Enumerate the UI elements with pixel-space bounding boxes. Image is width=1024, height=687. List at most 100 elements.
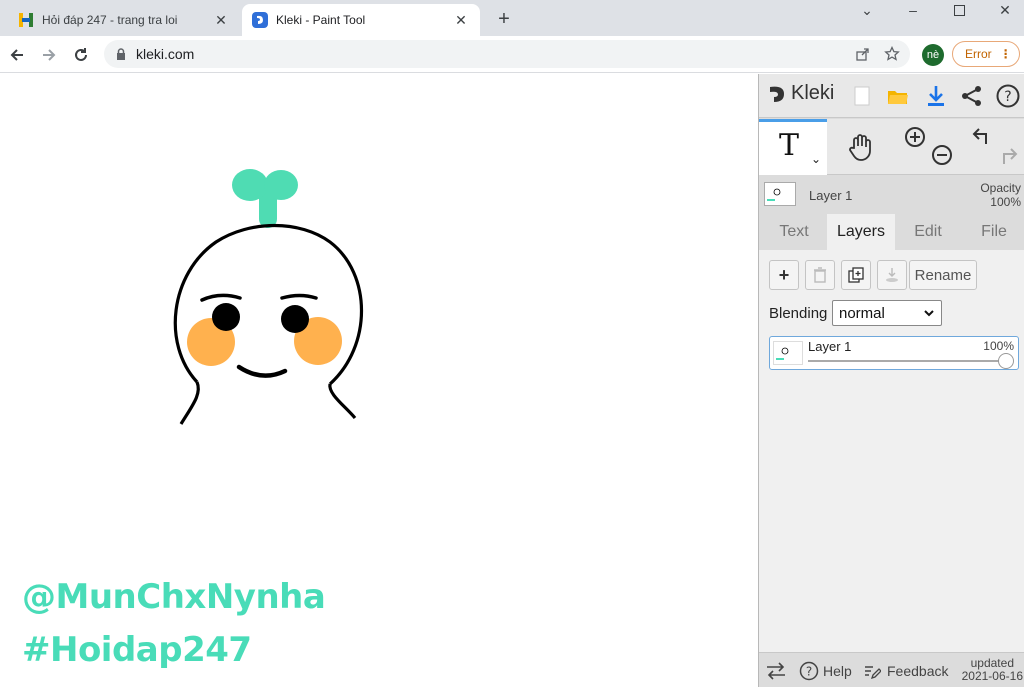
swap-arrows-icon	[767, 661, 785, 680]
save-image-button[interactable]	[921, 80, 951, 112]
url-text: kleki.com	[136, 46, 195, 62]
tab-search-chevron-icon[interactable]: ⌄	[844, 0, 890, 20]
layer-thumbnail	[764, 182, 796, 206]
trash-icon	[814, 267, 826, 283]
kleki-top-bar: Kleki ?	[759, 74, 1024, 118]
merge-layer-button[interactable]	[877, 260, 907, 290]
right-eye	[281, 305, 309, 333]
kleki-logo-icon	[770, 86, 784, 102]
tab-file[interactable]: File	[963, 214, 1024, 250]
maximize-icon	[953, 4, 965, 16]
zoom-in-out-icon[interactable]	[899, 119, 955, 175]
tab-hoidap247[interactable]: Hỏi đáp 247 - trang tra loi ✕	[8, 4, 240, 36]
feedback-edit-icon	[865, 665, 881, 679]
forward-arrow-icon	[43, 49, 56, 61]
plus-icon: +	[778, 264, 790, 285]
bookmark-star-icon[interactable]	[884, 46, 900, 62]
help-button[interactable]: ?	[993, 80, 1023, 112]
text-tool-button[interactable]: T ⌄	[759, 119, 827, 175]
kleki-logo: Kleki	[767, 82, 834, 105]
tab-edit[interactable]: Edit	[897, 214, 959, 250]
open-image-button[interactable]	[883, 80, 913, 112]
close-tab-icon[interactable]: ✕	[212, 11, 230, 29]
feedback-label: Feedback	[887, 662, 949, 679]
menu-dots-icon: ⋮	[999, 47, 1012, 61]
close-window-button[interactable]: ✕	[982, 0, 1024, 20]
panel-tabs: Text Layers Edit File	[759, 214, 1024, 250]
hand-tool-button[interactable]	[835, 119, 887, 175]
layer-opacity-slider-track[interactable]	[808, 360, 1006, 362]
feedback-button[interactable]: Feedback	[863, 653, 948, 687]
add-layer-button[interactable]: +	[769, 260, 799, 290]
updated-date: 2021-06-16	[961, 669, 1023, 683]
opacity-readout: Opacity 100%	[980, 181, 1021, 209]
layer-opacity-slider-knob[interactable]	[998, 353, 1014, 369]
layers-tab-content: + Rename Blending normal Layer 1 100%	[759, 250, 1024, 652]
share-page-icon[interactable]	[856, 47, 870, 61]
share-icon	[962, 86, 981, 106]
error-label: Error	[965, 47, 992, 61]
reload-icon	[75, 48, 87, 61]
drawing-canvas[interactable]: @MunChxNynha #Hoidap247	[0, 74, 758, 687]
opacity-label: Opacity	[980, 181, 1021, 195]
new-tab-button[interactable]: +	[492, 8, 516, 32]
close-tab-icon[interactable]: ✕	[452, 11, 470, 29]
panel-footer: ? Help Feedback updated 2021-06-16	[759, 652, 1024, 687]
merge-down-icon	[886, 268, 898, 282]
undo-redo-icon[interactable]	[965, 119, 1024, 175]
updated-info: updated 2021-06-16	[962, 657, 1023, 683]
current-layer-name: Layer 1	[809, 188, 853, 203]
svg-text:?: ?	[806, 664, 812, 678]
tab-title: Hỏi đáp 247 - trang tra loi	[42, 13, 178, 27]
left-eye	[212, 303, 240, 331]
zoom-controls	[899, 119, 955, 175]
error-chip-button[interactable]: Error ⋮	[952, 41, 1020, 67]
new-image-button[interactable]	[847, 80, 877, 112]
tab-text[interactable]: Text	[763, 214, 825, 250]
blending-label: Blending	[769, 305, 828, 322]
blending-select[interactable]: normal	[832, 300, 942, 326]
back-arrow-icon	[10, 49, 23, 61]
browser-toolbar: kleki.com nè Error ⋮	[0, 36, 1024, 73]
help-footer-button[interactable]: ? Help	[799, 653, 852, 687]
minimize-button[interactable]: –	[890, 0, 936, 20]
sprout-right-leaf	[264, 170, 298, 200]
help-circle-icon: ?	[799, 661, 819, 680]
help-label: Help	[823, 662, 852, 679]
delete-layer-button[interactable]	[805, 260, 835, 290]
tool-bar: T ⌄	[759, 119, 1024, 175]
layer-row-thumbnail	[773, 341, 803, 365]
maximize-button[interactable]	[936, 0, 982, 20]
body-right-line	[328, 383, 357, 420]
watermark-hashtag: #Hoidap247	[22, 630, 252, 670]
smile	[236, 364, 288, 378]
current-layer-info: Layer 1 Opacity 100%	[759, 176, 1024, 214]
lock-icon	[117, 48, 125, 60]
tab-kleki[interactable]: Kleki - Paint Tool ✕	[242, 4, 480, 36]
layer-list-item[interactable]: Layer 1 100%	[769, 336, 1019, 370]
new-image-icon	[854, 86, 870, 106]
back-button[interactable]	[4, 42, 30, 68]
reload-button[interactable]	[68, 42, 94, 68]
chevron-down-icon	[924, 310, 934, 317]
address-bar[interactable]: kleki.com	[104, 40, 910, 68]
text-tool-glyph: T	[779, 128, 800, 163]
undo-redo-controls	[965, 119, 1024, 175]
tab-layers[interactable]: Layers	[827, 214, 895, 250]
forward-button[interactable]	[36, 42, 62, 68]
rename-layer-button[interactable]: Rename	[909, 260, 977, 290]
sprout-left-leaf	[232, 169, 268, 201]
duplicate-icon	[848, 267, 864, 283]
share-button[interactable]	[957, 80, 987, 112]
profile-avatar[interactable]: nè	[922, 44, 944, 66]
swap-panel-button[interactable]	[765, 653, 787, 687]
download-icon	[928, 86, 944, 106]
duplicate-layer-button[interactable]	[841, 260, 871, 290]
tool-dropdown-chevron-icon[interactable]: ⌄	[811, 152, 821, 166]
right-eyebrow	[280, 293, 318, 300]
opacity-value: 100%	[990, 195, 1021, 209]
kleki-side-panel: Kleki ? T ⌄ Layer 1 Opacity 100% Text La…	[758, 74, 1024, 687]
kleki-favicon-icon	[252, 12, 268, 28]
tab-title: Kleki - Paint Tool	[276, 13, 366, 27]
hoidap247-favicon-icon	[19, 13, 33, 27]
